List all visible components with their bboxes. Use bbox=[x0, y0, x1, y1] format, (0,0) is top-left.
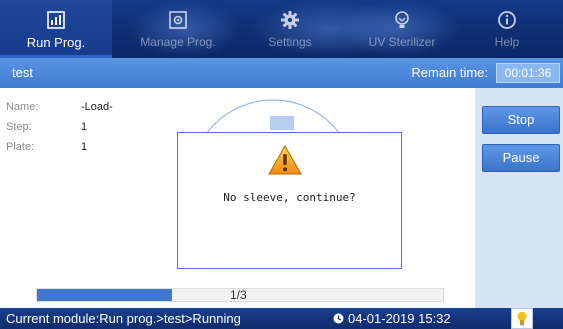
info-row-step: Step: 1 bbox=[6, 121, 206, 141]
remain-time-value: 00:01:36 bbox=[496, 63, 560, 83]
confirm-dialog[interactable]: No sleeve, continue? bbox=[177, 132, 402, 269]
current-module-text: Current module:Run prog.>test>Running bbox=[6, 311, 241, 326]
tab-help-label: Help bbox=[494, 35, 520, 49]
pause-button[interactable]: Pause bbox=[482, 144, 560, 172]
status-datetime: 04-01-2019 15:32 bbox=[348, 311, 451, 326]
help-info-icon bbox=[498, 11, 516, 29]
progress-text: 1/3 bbox=[230, 288, 247, 302]
uv-lamp-icon bbox=[395, 11, 409, 28]
program-name: test bbox=[12, 65, 33, 80]
progress-fill bbox=[37, 289, 173, 301]
plate-label: Plate: bbox=[6, 141, 35, 153]
tab-manage-program[interactable]: Manage Prog. bbox=[122, 0, 234, 58]
light-bulb-icon bbox=[517, 311, 527, 326]
tab-help[interactable]: Help bbox=[451, 0, 563, 58]
control-panel: Stop Pause bbox=[475, 88, 563, 308]
tab-uv-sterilizer-label: UV Sterilizer bbox=[368, 35, 436, 49]
warning-icon bbox=[268, 145, 302, 175]
tab-settings-label: Settings bbox=[268, 35, 312, 49]
info-row-plate: Plate: 1 bbox=[6, 141, 206, 161]
status-bar: Current module:Run prog.>test>Running 04… bbox=[0, 308, 563, 329]
program-header: test Remain time: 00:01:36 bbox=[0, 58, 563, 88]
run-program-icon bbox=[47, 11, 65, 29]
stop-button[interactable]: Stop bbox=[482, 106, 560, 134]
name-value: -Load- bbox=[81, 101, 113, 113]
tab-manage-program-label: Manage Prog. bbox=[140, 35, 216, 49]
run-info: Name: -Load- Step: 1 Plate: 1 bbox=[6, 101, 206, 161]
tab-run-program-label: Run Prog. bbox=[26, 35, 86, 50]
tab-settings[interactable]: Settings bbox=[234, 0, 346, 58]
tab-uv-sterilizer[interactable]: UV Sterilizer bbox=[346, 0, 458, 58]
clock-icon bbox=[333, 313, 344, 324]
settings-gear-icon bbox=[281, 11, 299, 29]
info-row-name: Name: -Load- bbox=[6, 101, 206, 121]
tab-run-program[interactable]: Run Prog. bbox=[0, 0, 112, 58]
step-value: 1 bbox=[81, 121, 88, 133]
plate-value: 1 bbox=[81, 141, 88, 153]
name-label: Name: bbox=[6, 101, 39, 113]
light-toggle-button[interactable] bbox=[511, 308, 533, 329]
step-label: Step: bbox=[6, 121, 32, 133]
main-tab-bar: Run Prog. Manage Prog. Settings UV Steri… bbox=[0, 0, 563, 58]
plate-slot bbox=[270, 116, 294, 130]
dialog-message: No sleeve, continue? bbox=[223, 191, 356, 204]
manage-program-icon bbox=[169, 11, 187, 29]
remain-time-label: Remain time: bbox=[411, 65, 488, 80]
